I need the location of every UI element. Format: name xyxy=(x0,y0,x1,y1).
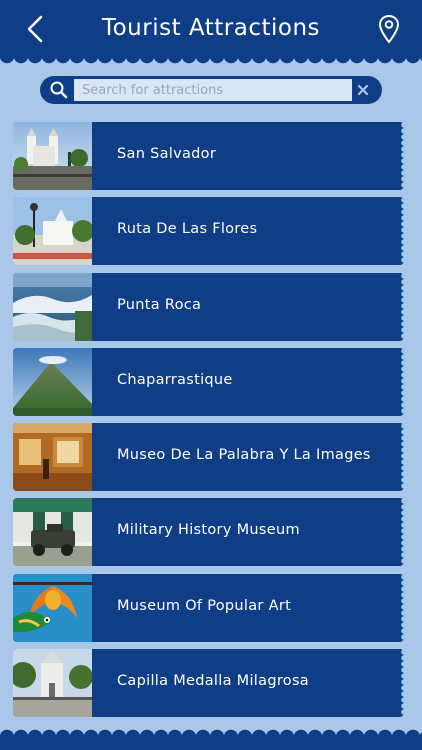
list-item-label: Punta Roca xyxy=(117,296,202,313)
header-scallop-border xyxy=(0,56,422,66)
list-item[interactable]: San Salvador xyxy=(13,122,404,190)
list-item[interactable]: Chaparrastique xyxy=(13,347,404,416)
list-item-label: Museo De La Palabra Y La Images xyxy=(117,447,371,464)
close-icon xyxy=(357,84,369,96)
search-input[interactable] xyxy=(74,79,352,101)
location-button[interactable] xyxy=(374,12,404,46)
list-item[interactable]: Military History Museum xyxy=(13,498,404,567)
app-header: Tourist Attractions xyxy=(0,0,422,58)
military-museum-photo xyxy=(13,498,92,567)
list-item[interactable]: Punta Roca xyxy=(13,272,404,341)
list-item-label: San Salvador xyxy=(117,146,217,162)
waves-photo xyxy=(13,272,92,341)
list-item-label: Ruta De Las Flores xyxy=(117,221,258,238)
volcano-photo xyxy=(13,347,92,416)
chevron-left-icon xyxy=(27,15,43,43)
museum-interior-photo xyxy=(13,423,92,492)
list-item[interactable]: Capilla Medalla Milagrosa xyxy=(13,649,404,718)
footer-bar xyxy=(0,736,422,750)
attractions-list: San Salvador Ruta De Las Flores Punta Ro… xyxy=(13,122,404,724)
list-item[interactable]: Museum Of Popular Art xyxy=(13,573,404,642)
list-item[interactable]: Museo De La Palabra Y La Images xyxy=(13,423,404,492)
list-item-label: Chaparrastique xyxy=(117,371,233,388)
list-item[interactable]: Ruta De Las Flores xyxy=(13,197,404,266)
chapel-photo xyxy=(13,649,92,718)
back-button[interactable] xyxy=(20,12,50,46)
plaza-photo xyxy=(13,197,92,266)
page-title: Tourist Attractions xyxy=(101,15,321,41)
list-item-label: Military History Museum xyxy=(117,522,300,539)
search-icon xyxy=(50,81,68,99)
map-pin-icon xyxy=(378,14,400,44)
clear-search-button[interactable] xyxy=(352,79,374,101)
list-item-label: Capilla Medalla Milagrosa xyxy=(117,673,309,690)
search-bar xyxy=(40,76,382,104)
cathedral-photo xyxy=(13,122,92,190)
list-item-label: Museum Of Popular Art xyxy=(117,597,292,614)
macaw-photo xyxy=(13,573,92,642)
